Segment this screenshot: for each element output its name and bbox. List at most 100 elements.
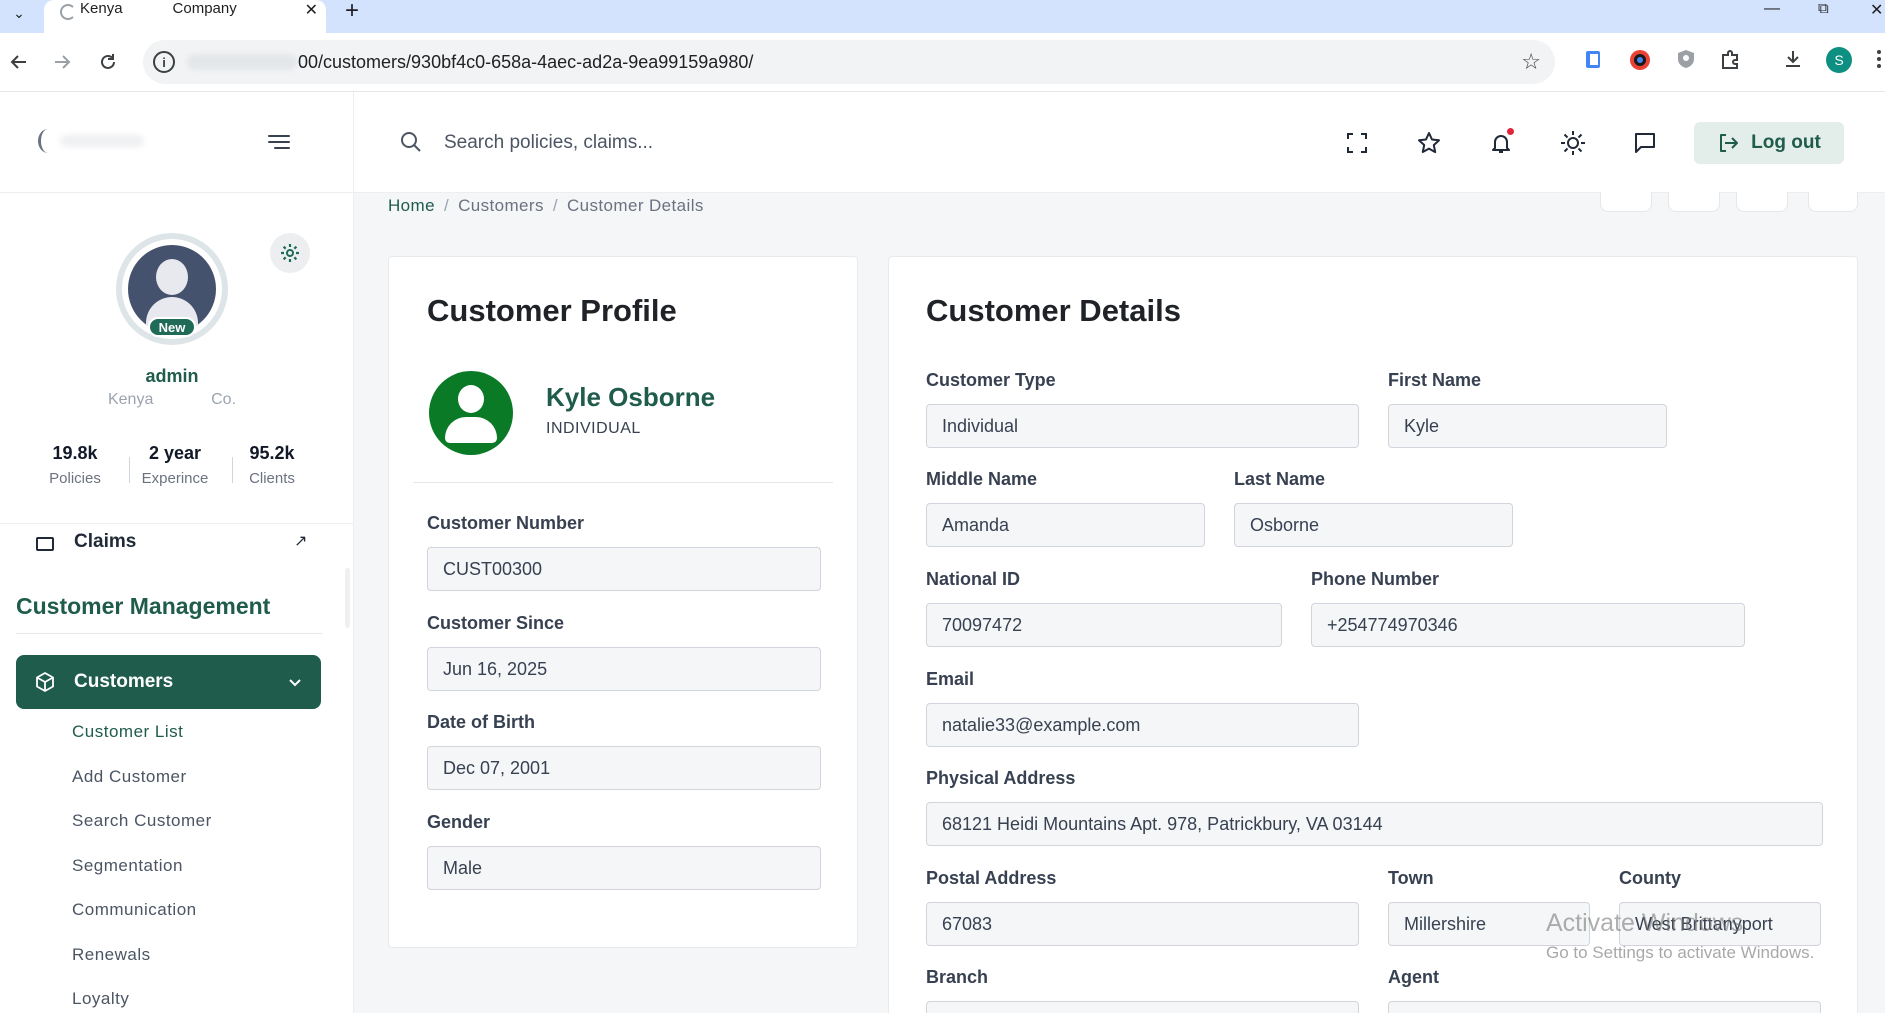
brand-zone xyxy=(0,92,354,193)
back-arrow-icon[interactable] xyxy=(6,49,32,75)
physical-address-field[interactable]: 68121 Heidi Mountains Apt. 978, Patrickb… xyxy=(926,802,1823,846)
search-input[interactable] xyxy=(444,122,1044,164)
messages-icon[interactable] xyxy=(1630,128,1660,158)
search-icon xyxy=(399,130,425,156)
stat-value: 2 year xyxy=(148,443,202,463)
submenu-communication[interactable]: Communication xyxy=(72,898,212,943)
customer-number-label: Customer Number xyxy=(427,513,585,533)
tab-search-chevron-icon[interactable]: ⌄ xyxy=(8,2,30,24)
stat-label: Clients xyxy=(249,470,295,487)
address-url: 00/customers/930bf4c0-658a-4aec-ad2a-9ea… xyxy=(298,52,754,72)
extension-shield-icon[interactable] xyxy=(1675,48,1699,72)
submenu-customer-list[interactable]: Customer List xyxy=(72,720,212,765)
submenu-add-customer[interactable]: Add Customer xyxy=(72,765,212,810)
submenu-loyalty[interactable]: Loyalty xyxy=(72,987,212,1013)
email-field[interactable]: natalie33@example.com xyxy=(926,703,1359,747)
sidebar: New admin Kenya Co. 19.8k Policies 2 yea… xyxy=(0,193,354,1013)
redacted-host xyxy=(187,54,297,70)
phone-number-label: Phone Number xyxy=(1311,569,1440,589)
restore-window-icon[interactable]: ⧉ xyxy=(1818,0,1829,17)
customer-number-field[interactable]: CUST00300 xyxy=(427,547,821,591)
theme-sun-icon[interactable] xyxy=(1558,128,1588,158)
profile-divider xyxy=(413,482,833,483)
sidebar-item-customers[interactable]: Customers xyxy=(16,655,321,709)
middle-name-label: Middle Name xyxy=(926,469,1038,489)
sidebar-divider xyxy=(0,523,353,524)
browser-tab[interactable]: Kenya Company ✕ xyxy=(44,0,326,33)
minimize-window-icon[interactable]: — xyxy=(1764,0,1780,18)
site-info-icon[interactable]: i xyxy=(153,51,175,73)
page-action-button[interactable] xyxy=(1808,192,1858,212)
phone-number-field[interactable]: +254774970346 xyxy=(1311,603,1745,647)
submenu-search-customer[interactable]: Search Customer xyxy=(72,809,212,854)
national-id-label: National ID xyxy=(926,569,1021,589)
new-badge: New xyxy=(148,317,196,337)
submenu-renewals[interactable]: Renewals xyxy=(72,943,212,988)
gear-icon xyxy=(281,244,299,262)
first-name-label: First Name xyxy=(1388,370,1482,390)
stat-label: Policies xyxy=(49,470,101,487)
customer-since-field[interactable]: Jun 16, 2025 xyxy=(427,647,821,691)
first-name-field[interactable]: Kyle xyxy=(1388,404,1667,448)
customer-since-label: Customer Since xyxy=(427,613,565,633)
customer-name: Kyle Osborne xyxy=(546,382,716,412)
national-id-field[interactable]: 70097472 xyxy=(926,603,1282,647)
customer-type-field[interactable]: Individual xyxy=(926,404,1359,448)
bookmark-star-icon[interactable]: ☆ xyxy=(1521,49,1541,75)
address-bar[interactable]: i 00/customers/930bf4c0-658a-4aec-ad2a-9… xyxy=(143,40,1555,84)
date-of-birth-field[interactable]: Dec 07, 2001 xyxy=(427,746,821,790)
town-label: Town xyxy=(1388,868,1434,888)
customer-type-label: Customer Type xyxy=(926,370,1056,390)
submenu-segmentation[interactable]: Segmentation xyxy=(72,854,212,899)
user-company: Kenya Co. xyxy=(107,391,237,408)
email-label: Email xyxy=(926,669,975,689)
breadcrumb: Home / Customers / Customer Details xyxy=(388,196,704,216)
page-action-button[interactable] xyxy=(1668,192,1720,212)
gender-field[interactable]: Male xyxy=(427,846,821,890)
reload-icon[interactable] xyxy=(95,49,121,75)
logout-button[interactable]: Log out xyxy=(1694,122,1844,164)
sidebar-scrollbar[interactable] xyxy=(345,568,350,628)
agent-label: Agent xyxy=(1388,967,1439,987)
last-name-field[interactable]: Osborne xyxy=(1234,503,1513,547)
user-name: admin xyxy=(145,366,199,386)
branch-field[interactable] xyxy=(926,1001,1359,1013)
customers-submenu: Customer List Add Customer Search Custom… xyxy=(72,720,212,1013)
favorites-star-icon[interactable] xyxy=(1414,128,1444,158)
forward-arrow-icon[interactable] xyxy=(49,49,75,75)
close-window-icon[interactable]: ✕ xyxy=(1870,0,1883,20)
app-header: Log out xyxy=(0,92,1885,193)
extensions-puzzle-icon[interactable] xyxy=(1719,48,1743,72)
downloads-icon[interactable] xyxy=(1782,48,1806,72)
stat-clients: 95.2k Clients xyxy=(222,443,322,487)
claims-icon xyxy=(36,537,54,551)
sidebar-item-claims[interactable]: Claims ↗ xyxy=(36,531,306,551)
stat-policies: 19.8k Policies xyxy=(25,443,125,487)
company-logo[interactable] xyxy=(38,129,58,153)
extension-color-picker-icon[interactable] xyxy=(1628,48,1652,72)
fullscreen-icon[interactable] xyxy=(1342,128,1372,158)
postal-address-field[interactable]: 67083 xyxy=(926,902,1359,946)
breadcrumb-customers[interactable]: Customers xyxy=(458,196,544,215)
middle-name-field[interactable]: Amanda xyxy=(926,503,1205,547)
sidebar-item-label: Claims xyxy=(74,531,137,551)
breadcrumb-home[interactable]: Home xyxy=(388,196,435,215)
browser-profile-avatar[interactable]: S xyxy=(1826,47,1852,73)
extension-docs-icon[interactable] xyxy=(1582,48,1606,72)
customer-details-card: Customer Details Customer Type Individua… xyxy=(888,256,1858,1013)
tab-close-icon[interactable]: ✕ xyxy=(305,0,318,20)
breadcrumb-current: Customer Details xyxy=(567,196,704,215)
page-action-button[interactable] xyxy=(1736,192,1788,212)
agent-field[interactable] xyxy=(1388,1001,1821,1013)
browser-menu-icon[interactable] xyxy=(1876,48,1882,72)
chevron-down-icon xyxy=(289,679,301,687)
logout-label: Log out xyxy=(1751,132,1821,153)
stat-value: 19.8k xyxy=(52,443,98,463)
notifications-bell-icon[interactable] xyxy=(1486,128,1516,158)
menu-toggle-icon[interactable] xyxy=(268,130,292,154)
page-action-button[interactable] xyxy=(1600,192,1652,212)
new-tab-icon[interactable]: + xyxy=(345,0,359,25)
cube-icon xyxy=(36,672,54,692)
date-of-birth-label: Date of Birth xyxy=(427,712,535,732)
profile-settings-button[interactable] xyxy=(270,233,310,273)
